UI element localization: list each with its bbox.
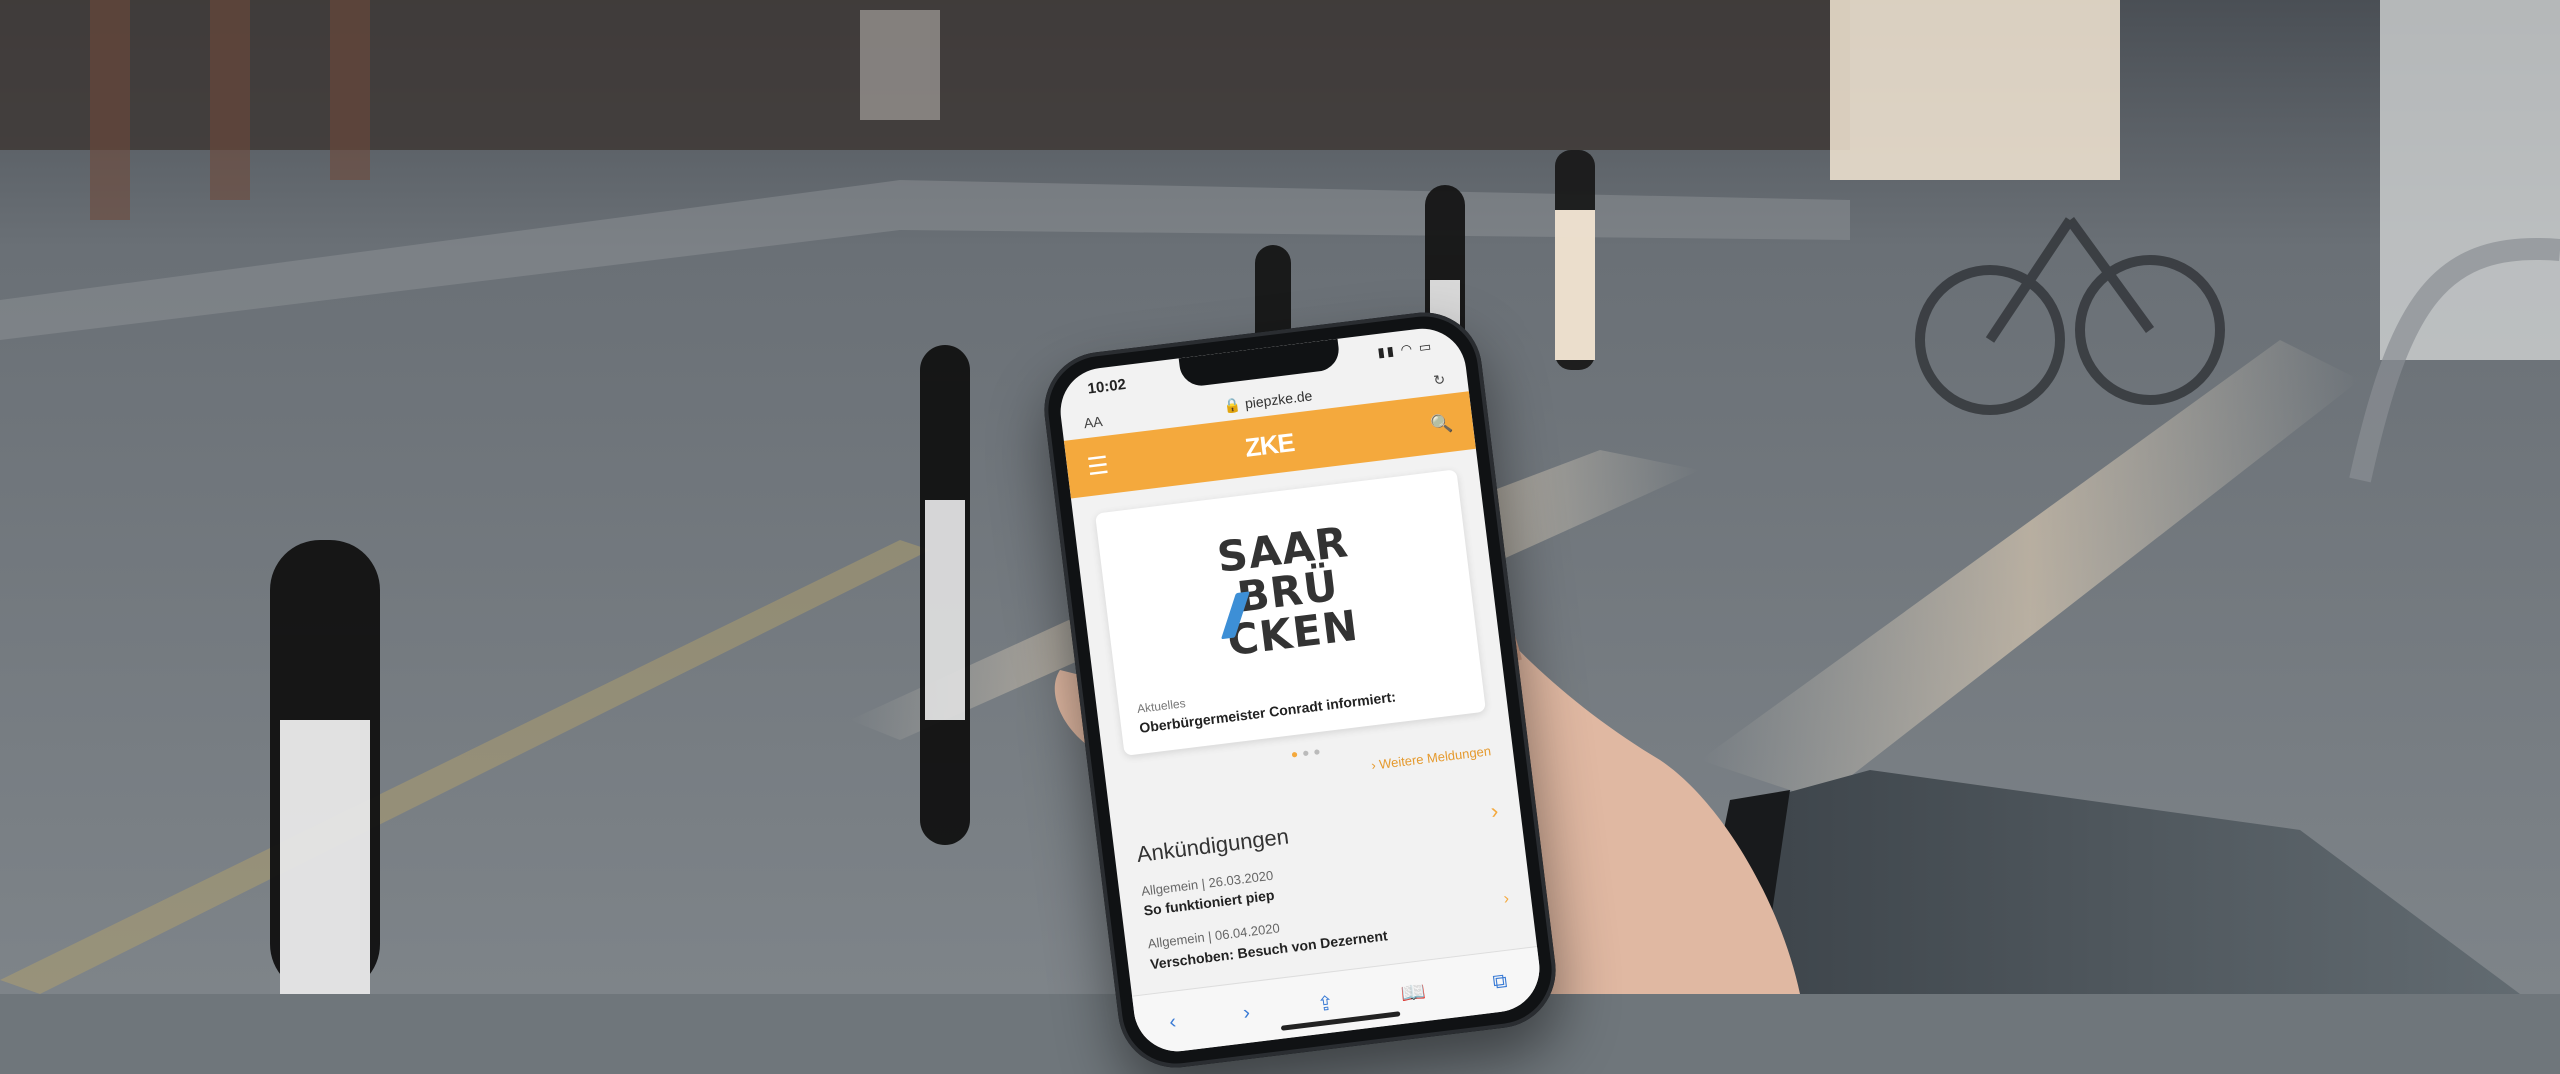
phone-body: 10:02 ▮▮ ◠ ▭ AA 🔒 piepzke.de ↻ ☰ ZKE 🔍 S…: [1037, 305, 1563, 1074]
back-icon[interactable]: ‹: [1168, 1010, 1177, 1034]
saarbruecken-logo: SAAR BRÜ CKEN: [1115, 487, 1461, 696]
forward-icon[interactable]: ›: [1242, 1001, 1251, 1025]
url-text[interactable]: 🔒 piepzke.de: [1223, 387, 1313, 415]
page-content: SAAR BRÜ CKEN Aktuelles Oberbürgermeiste…: [1071, 449, 1537, 993]
status-icons: ▮▮ ◠ ▭: [1376, 338, 1434, 360]
reload-icon[interactable]: ↻: [1432, 371, 1446, 389]
bookmarks-icon[interactable]: 📖: [1399, 979, 1427, 1007]
logo-line-3: CKEN: [1224, 600, 1362, 666]
smartphone: 10:02 ▮▮ ◠ ▭ AA 🔒 piepzke.de ↻ ☰ ZKE 🔍 S…: [1037, 305, 1563, 1074]
tabs-icon[interactable]: ⧉: [1492, 970, 1509, 995]
announcements-title: Ankündigungen: [1135, 823, 1291, 868]
phone-screen: 10:02 ▮▮ ◠ ▭ AA 🔒 piepzke.de ↻ ☰ ZKE 🔍 S…: [1055, 323, 1545, 1057]
chevron-right-icon: ›: [1489, 797, 1500, 824]
menu-icon[interactable]: ☰: [1086, 450, 1111, 481]
text-size-button[interactable]: AA: [1083, 413, 1103, 431]
app-logo[interactable]: ZKE: [1243, 427, 1295, 464]
status-time: 10:02: [1086, 375, 1127, 398]
search-icon[interactable]: 🔍: [1429, 412, 1454, 436]
chevron-right-icon: ›: [1502, 890, 1511, 908]
news-card[interactable]: SAAR BRÜ CKEN Aktuelles Oberbürgermeiste…: [1094, 469, 1487, 756]
